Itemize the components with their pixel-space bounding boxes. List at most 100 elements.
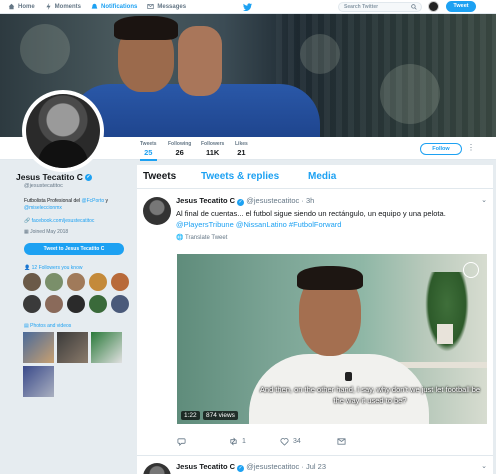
photos-videos-text: Photos and videos [30, 323, 72, 329]
nav-messages[interactable]: Messages [147, 3, 186, 10]
followers-you-know-link[interactable]: 👤 12 Followers you know [24, 265, 82, 271]
translate-tweet-text: Translate Tweet [185, 235, 228, 241]
stat-likes[interactable]: Likes 21 [235, 141, 248, 157]
follower-avatar[interactable] [45, 273, 63, 291]
bio-text-mid: y [104, 198, 109, 204]
follower-avatar[interactable] [111, 273, 129, 291]
follower-avatar[interactable] [23, 273, 41, 291]
message-button[interactable] [337, 437, 346, 446]
tweet-author-handle[interactable]: @jesustecatitoc [246, 462, 299, 471]
retweet-button[interactable]: 1 [229, 437, 246, 446]
stat-following-label: Following [168, 141, 192, 147]
media-thumbnail[interactable] [91, 332, 122, 363]
verified-badge-icon: ✓ [84, 173, 92, 181]
profile-name[interactable]: Jesus Tecatito C ✓ [16, 172, 92, 182]
top-navigation: Home Moments Notifications Messages Sear… [0, 0, 496, 14]
follower-avatar[interactable] [67, 295, 85, 313]
like-button[interactable]: 34 [280, 437, 301, 446]
nav-moments-label: Moments [54, 3, 82, 10]
tweet-separator: · [301, 196, 304, 205]
twitter-bird-icon[interactable] [243, 3, 252, 11]
tab-media[interactable]: Media [308, 171, 336, 182]
follower-avatar[interactable] [23, 295, 41, 313]
search-placeholder: Search Twitter [344, 4, 379, 10]
translate-tweet-link[interactable]: 🌐 Translate Tweet [176, 234, 227, 241]
tweet-to-button[interactable]: Tweet to Jesus Tecatito C [24, 243, 124, 255]
follower-avatar[interactable] [67, 273, 85, 291]
photos-videos-grid [23, 332, 127, 397]
media-thumbnail[interactable] [57, 332, 88, 363]
nav-moments[interactable]: Moments [45, 3, 81, 10]
tweet-item[interactable]: Jesus Tecatito C ✓ @jesustecatitoc · 3h … [137, 190, 493, 456]
nav-home[interactable]: Home [8, 3, 35, 10]
profile-bio: Futbolista Profesional del @FcPorto y @m… [24, 198, 124, 212]
stat-tweets[interactable]: Tweets 25 [140, 141, 157, 161]
stat-followers-label: Followers [201, 141, 225, 147]
profile-avatar-frame [22, 90, 104, 172]
video-pot [437, 324, 453, 344]
bell-icon [91, 3, 98, 9]
bio-link-seleccion[interactable]: @miseleccionmx [24, 205, 62, 211]
nav-notifications[interactable]: Notifications [91, 3, 137, 10]
compose-tweet-button[interactable]: Tweet [446, 1, 476, 12]
profile-handle[interactable]: @jesustecatitoc [24, 183, 63, 189]
stat-likes-value: 21 [237, 148, 246, 157]
search-icon [411, 4, 417, 10]
account-avatar[interactable] [428, 1, 439, 12]
tweet-header: Jesus Tecatito C ✓ @jesustecatitoc · 3h [176, 196, 314, 206]
follow-button[interactable]: Follow [420, 143, 462, 155]
photos-videos-link[interactable]: ▤ Photos and videos [24, 323, 71, 329]
bio-text: Futbolista Profesional del [24, 198, 82, 204]
stat-following[interactable]: Following 26 [168, 141, 191, 157]
tweet-item[interactable]: Jesus Tecatito C ✓ @jesustecatitoc · Jul… [137, 456, 493, 474]
profile-website-text: facebook.com/jesustecatitoc [31, 218, 95, 224]
follower-avatar[interactable] [89, 273, 107, 291]
media-thumbnail[interactable] [23, 332, 54, 363]
banner-player-hair [114, 16, 178, 40]
tab-tweets[interactable]: Tweets [143, 171, 176, 182]
nav-messages-label: Messages [157, 3, 187, 10]
followers-you-know-text: 12 Followers you know [31, 265, 83, 271]
tweet-author-handle[interactable]: @jesustecatitoc [246, 196, 299, 205]
reply-icon [177, 438, 186, 446]
envelope-icon [337, 438, 346, 445]
more-options-icon[interactable]: ⋮ [467, 143, 475, 153]
tweet-video[interactable]: And then, on the other hand, I say, why … [177, 254, 487, 424]
chevron-down-icon[interactable]: ⌄ [481, 196, 487, 204]
profile-website[interactable]: 🔗 facebook.com/jesustecatitoc [24, 218, 94, 224]
tweet-author-name[interactable]: Jesus Tecatito C [176, 462, 235, 471]
chevron-down-icon[interactable]: ⌄ [481, 462, 487, 470]
media-thumbnail[interactable] [23, 366, 54, 397]
like-count: 34 [293, 438, 301, 445]
timeline-tabs: Tweets Tweets & replies Media [137, 165, 493, 189]
follower-avatar[interactable] [89, 295, 107, 313]
tweet-date[interactable]: 3h [306, 196, 314, 205]
reply-button[interactable] [177, 437, 186, 446]
envelope-icon [147, 4, 155, 9]
profile-avatar[interactable] [26, 94, 100, 168]
stat-following-value: 26 [175, 148, 184, 157]
banner-bokeh [300, 34, 340, 74]
follower-avatar[interactable] [45, 295, 63, 313]
tweet-author-avatar[interactable] [143, 463, 171, 474]
tweet-author-avatar[interactable] [143, 197, 171, 225]
tweet-date[interactable]: Jul 23 [306, 462, 326, 471]
search-input[interactable]: Search Twitter [338, 2, 422, 12]
banner-bokeh [20, 24, 70, 74]
stat-followers[interactable]: Followers 11K [201, 141, 224, 157]
video-duration: 1:22 [181, 411, 200, 420]
nav-notifications-label: Notifications [101, 3, 138, 10]
stat-likes-label: Likes [235, 141, 248, 147]
bio-link-fcporto[interactable]: @FcPorto [82, 198, 105, 204]
profile-joined: ▦ Joined May 2018 [24, 229, 69, 235]
retweet-icon [230, 437, 237, 446]
video-person-hair [297, 266, 363, 290]
follower-avatar[interactable] [111, 295, 129, 313]
microphone-icon [345, 372, 352, 381]
tweet-header: Jesus Tecatito C ✓ @jesustecatitoc · Jul… [176, 462, 326, 472]
stat-tweets-label: Tweets [140, 141, 157, 147]
tweet-author-name[interactable]: Jesus Tecatito C [176, 196, 235, 205]
tab-tweets-replies[interactable]: Tweets & replies [201, 171, 279, 182]
video-loading-icon [463, 262, 479, 278]
tweet-links[interactable]: @PlayersTribune @NissanLatino #FutbolFor… [176, 220, 341, 229]
